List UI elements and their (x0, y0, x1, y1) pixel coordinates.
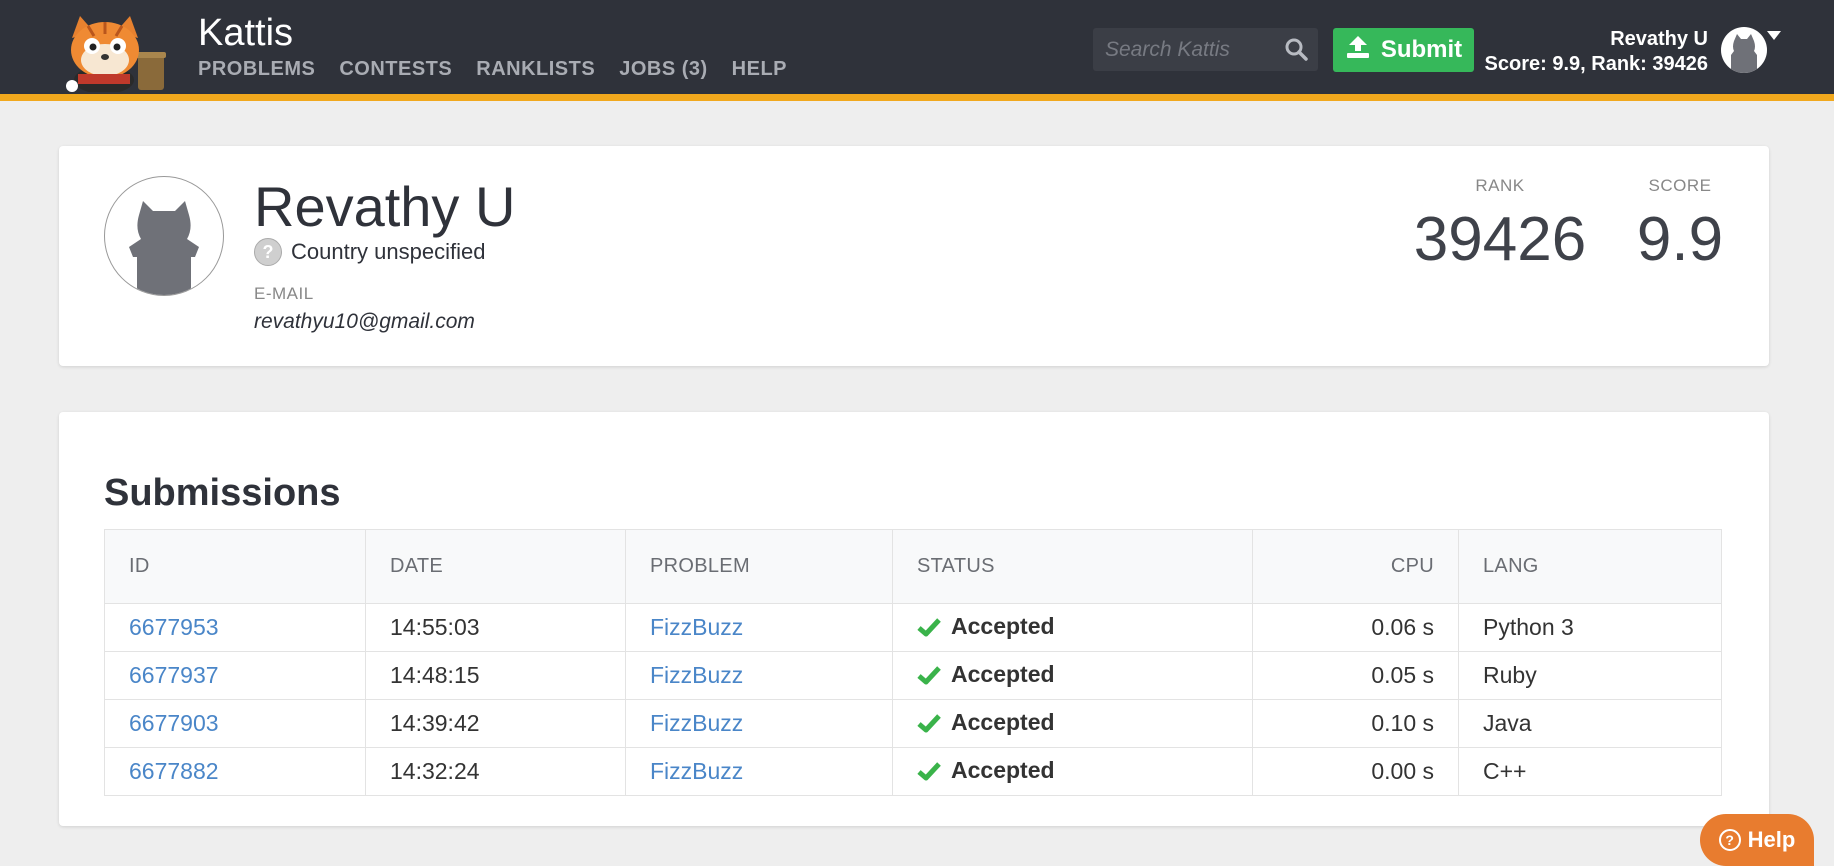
cell-id: 6677903 (104, 699, 366, 748)
chevron-down-icon[interactable] (1767, 31, 1781, 40)
submit-button[interactable]: Submit (1333, 28, 1474, 72)
problem-link[interactable]: FizzBuzz (650, 614, 743, 640)
status-label: Accepted (951, 612, 1055, 639)
email-value: revathyu10@gmail.com (254, 310, 475, 333)
profile-avatar (104, 176, 224, 296)
cell-status: Accepted (892, 699, 1253, 748)
submissions-table: ID DATE PROBLEM STATUS CPU LANG 6677953 … (104, 529, 1722, 796)
cell-date: 14:32:24 (365, 747, 626, 796)
cell-lang: Ruby (1458, 651, 1722, 700)
status-label: Accepted (951, 756, 1055, 783)
score-stat: SCORE 9.9 (1630, 176, 1730, 275)
brand-title[interactable]: Kattis (198, 12, 293, 55)
problem-link[interactable]: FizzBuzz (650, 758, 743, 784)
nav-problems[interactable]: PROBLEMS (198, 58, 315, 81)
cell-problem: FizzBuzz (625, 651, 893, 700)
table-row: 6677882 14:32:24 FizzBuzz Accepted 0.00 … (104, 747, 1722, 796)
table-row: 6677937 14:48:15 FizzBuzz Accepted 0.05 … (104, 651, 1722, 700)
score-label: SCORE (1648, 176, 1712, 195)
avatar[interactable] (1721, 27, 1767, 73)
rank-stat: RANK 39426 (1410, 176, 1590, 275)
main-nav: PROBLEMS CONTESTS RANKLISTS JOBS (3) HEL… (198, 58, 787, 81)
cell-status: Accepted (892, 603, 1253, 652)
table-row: 6677903 14:39:42 FizzBuzz Accepted 0.10 … (104, 699, 1722, 748)
country-label: Country unspecified (291, 239, 486, 264)
question-icon: ? (1718, 829, 1741, 851)
upload-icon (1345, 34, 1371, 67)
check-icon (917, 760, 941, 787)
cell-id: 6677953 (104, 603, 366, 652)
col-date: DATE (365, 529, 626, 604)
submission-id-link[interactable]: 6677937 (129, 662, 219, 688)
submission-id-link[interactable]: 6677882 (129, 758, 219, 784)
search-box (1093, 28, 1318, 71)
cell-date: 14:48:15 (365, 651, 626, 700)
search-input[interactable] (1093, 28, 1287, 71)
check-icon (917, 616, 941, 643)
submit-label: Submit (1380, 36, 1463, 63)
col-cpu: CPU (1252, 529, 1459, 604)
table-header-row: ID DATE PROBLEM STATUS CPU LANG (104, 529, 1722, 604)
user-summary[interactable]: Revathy U Score: 9.9, Rank: 39426 (1485, 27, 1708, 77)
cell-cpu: 0.10 s (1252, 699, 1459, 748)
kattis-cat-logo[interactable] (58, 14, 182, 94)
nav-jobs[interactable]: JOBS (3) (619, 58, 707, 81)
score-value: 9.9 (1636, 205, 1724, 274)
user-name: Revathy U (1610, 28, 1708, 50)
col-id: ID (104, 529, 366, 604)
status-label: Accepted (951, 660, 1055, 687)
col-problem: PROBLEM (625, 529, 893, 604)
cell-problem: FizzBuzz (625, 747, 893, 796)
top-navbar: Kattis PROBLEMS CONTESTS RANKLISTS JOBS … (0, 0, 1834, 101)
help-label: Help (1747, 827, 1796, 852)
cell-date: 14:39:42 (365, 699, 626, 748)
email-label: E-MAIL (254, 284, 314, 303)
cell-id: 6677882 (104, 747, 366, 796)
nav-ranklists[interactable]: RANKLISTS (476, 58, 595, 81)
rank-label: RANK (1475, 176, 1525, 195)
cell-status: Accepted (892, 651, 1253, 700)
submissions-title: Submissions (104, 472, 341, 514)
submission-id-link[interactable]: 6677953 (129, 614, 219, 640)
cell-cpu: 0.00 s (1252, 747, 1459, 796)
profile-card: Revathy U ? Country unspecified E-MAIL r… (59, 146, 1769, 366)
cell-cpu: 0.05 s (1252, 651, 1459, 700)
nav-contests[interactable]: CONTESTS (339, 58, 452, 81)
submission-id-link[interactable]: 6677903 (129, 710, 219, 736)
cell-date: 14:55:03 (365, 603, 626, 652)
search-icon[interactable] (1284, 37, 1308, 61)
cell-id: 6677937 (104, 651, 366, 700)
cell-lang: Python 3 (1458, 603, 1722, 652)
nav-help[interactable]: HELP (732, 58, 787, 81)
check-icon (917, 664, 941, 691)
table-row: 6677953 14:55:03 FizzBuzz Accepted 0.06 … (104, 603, 1722, 652)
submissions-card: Submissions ID DATE PROBLEM STATUS CPU L… (59, 412, 1769, 826)
problem-link[interactable]: FizzBuzz (650, 662, 743, 688)
check-icon (917, 712, 941, 739)
problem-link[interactable]: FizzBuzz (650, 710, 743, 736)
cell-status: Accepted (892, 747, 1253, 796)
cell-cpu: 0.06 s (1252, 603, 1459, 652)
country-info: ? Country unspecified (254, 238, 485, 266)
col-status: STATUS (892, 529, 1253, 604)
question-icon: ? (254, 238, 282, 266)
col-lang: LANG (1458, 529, 1722, 604)
cell-problem: FizzBuzz (625, 603, 893, 652)
cell-problem: FizzBuzz (625, 699, 893, 748)
rank-value: 39426 (1413, 205, 1587, 274)
cell-lang: C++ (1458, 747, 1722, 796)
profile-name: Revathy U (254, 175, 516, 238)
help-button[interactable]: ? Help (1700, 814, 1814, 866)
cell-lang: Java (1458, 699, 1722, 748)
status-label: Accepted (951, 708, 1055, 735)
user-stats: Score: 9.9, Rank: 39426 (1484, 53, 1708, 75)
